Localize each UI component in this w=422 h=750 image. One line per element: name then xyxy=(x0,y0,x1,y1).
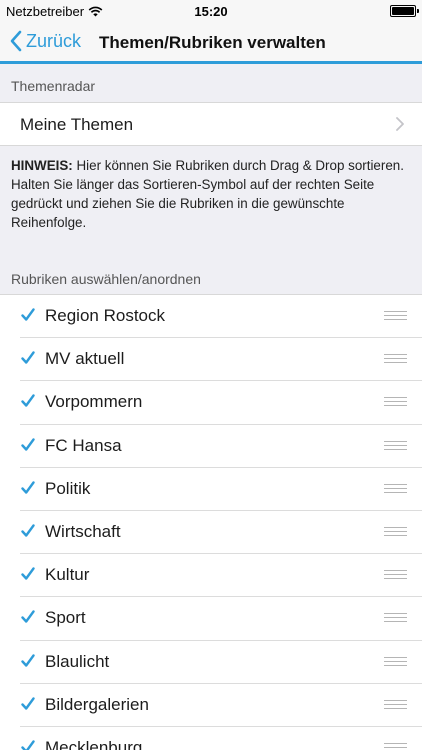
rubrik-label: Wirtschaft xyxy=(45,521,121,541)
rubrik-row-6[interactable]: Kultur xyxy=(0,554,422,598)
rubrik-label: FC Hansa xyxy=(45,435,122,455)
checkmark-icon[interactable] xyxy=(21,351,35,365)
rubrik-label: Region Rostock xyxy=(45,306,166,325)
section-header-rubriken: Rubriken auswählen/anordnen xyxy=(11,271,201,287)
rubrik-label: Mecklenburg xyxy=(45,737,143,750)
navigation-bar: Zurück Themen/Rubriken verwalten xyxy=(0,22,422,64)
rubrik-row-8[interactable]: Blaulicht xyxy=(0,640,422,684)
rubrik-row-9[interactable]: Bildergalerien xyxy=(0,683,422,728)
rubrik-row-10[interactable]: Mecklenburg xyxy=(0,726,422,750)
checkmark-icon[interactable] xyxy=(21,567,35,581)
reorder-handle-icon[interactable] xyxy=(384,483,407,496)
reorder-handle-icon[interactable] xyxy=(384,440,407,453)
rubrik-label: Kultur xyxy=(45,565,90,585)
meine-themen-label: Meine Themen xyxy=(20,115,134,134)
rubrik-row-3[interactable]: FC Hansa xyxy=(0,424,422,468)
rubriken-list: Region Rostock MV aktuell Vorpommern FC … xyxy=(0,294,422,750)
status-bar: Netzbetreiber 15:20 xyxy=(0,0,422,22)
reorder-handle-icon[interactable] xyxy=(384,699,407,712)
reorder-handle-icon[interactable] xyxy=(384,656,407,669)
reorder-handle-icon[interactable] xyxy=(384,311,407,323)
reorder-handle-icon[interactable] xyxy=(384,354,407,366)
back-button[interactable]: Zurück xyxy=(10,30,81,52)
checkmark-icon[interactable] xyxy=(21,394,35,408)
rubrik-label: Sport xyxy=(45,608,86,628)
rubrik-label: Bildergalerien xyxy=(45,694,149,714)
reorder-handle-icon[interactable] xyxy=(384,397,407,409)
chevron-left-icon xyxy=(10,30,22,52)
rubrik-row-7[interactable]: Sport xyxy=(0,597,422,641)
rubrik-row-2[interactable]: Vorpommern xyxy=(0,381,422,425)
rubrik-row-4[interactable]: Politik xyxy=(0,467,422,512)
checkmark-icon[interactable] xyxy=(21,524,35,538)
rubrik-row-1[interactable]: MV aktuell xyxy=(0,338,422,382)
reorder-handle-icon[interactable] xyxy=(384,570,407,582)
reorder-handle-icon[interactable] xyxy=(384,526,407,539)
checkmark-icon[interactable] xyxy=(21,437,35,452)
reorder-handle-icon[interactable] xyxy=(384,613,407,625)
meine-themen-item[interactable]: Meine Themen xyxy=(0,102,422,146)
back-label: Zurück xyxy=(26,30,82,51)
hint-text: HINWEIS: Hier können Sie Rubriken durch … xyxy=(0,146,422,256)
reorder-handle-icon[interactable] xyxy=(384,742,407,750)
rubrik-label: MV aktuell xyxy=(45,349,125,369)
status-time: 15:20 xyxy=(194,4,228,19)
checkmark-icon[interactable] xyxy=(21,696,35,711)
page-title: Themen/Rubriken verwalten xyxy=(99,33,326,52)
checkmark-icon[interactable] xyxy=(21,740,35,750)
checkmark-icon[interactable] xyxy=(21,610,35,624)
rubrik-label: Vorpommern xyxy=(45,392,143,412)
rubrik-row-0[interactable]: Region Rostock xyxy=(0,295,422,339)
section-header-themenradar: Themenradar xyxy=(11,78,96,94)
checkmark-icon[interactable] xyxy=(21,308,35,322)
rubrik-label: Blaulicht xyxy=(45,651,110,671)
battery-icon xyxy=(390,5,419,17)
checkmark-icon[interactable] xyxy=(21,653,35,668)
checkmark-icon[interactable] xyxy=(21,481,35,495)
chevron-right-icon xyxy=(396,117,404,131)
rubrik-row-5[interactable]: Wirtschaft xyxy=(0,510,422,555)
rubrik-label: Politik xyxy=(45,478,91,498)
hint-label: HINWEIS: xyxy=(11,158,73,173)
